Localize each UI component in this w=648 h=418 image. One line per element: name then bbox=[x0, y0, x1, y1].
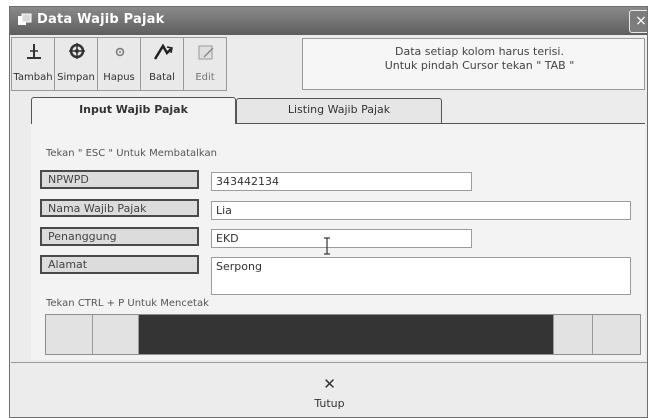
data-wajib-pajak-window: Data Wajib Pajak × Tambah Simpan Hapus B… bbox=[9, 6, 648, 418]
undo-icon bbox=[153, 43, 173, 60]
batal-button[interactable]: Batal bbox=[140, 37, 184, 91]
app-icon bbox=[18, 13, 32, 25]
progress-cell bbox=[93, 315, 139, 354]
edit-icon bbox=[198, 45, 214, 60]
window-close-button[interactable]: × bbox=[629, 10, 647, 33]
footer-bar: ✕ Tutup bbox=[11, 362, 647, 417]
nama-wajib-pajak-field[interactable]: Lia bbox=[211, 201, 631, 220]
hapus-button[interactable]: Hapus bbox=[97, 37, 141, 91]
tambah-label: Tambah bbox=[13, 72, 53, 83]
edit-label: Edit bbox=[195, 72, 215, 83]
progress-bar bbox=[45, 314, 641, 355]
notice-line-1: Data setiap kolom harus terisi. bbox=[395, 45, 564, 58]
progress-fill bbox=[139, 315, 553, 354]
close-x-icon: ✕ bbox=[323, 375, 336, 393]
toolbar: Tambah Simpan Hapus Batal Edit bbox=[11, 37, 301, 91]
hapus-label: Hapus bbox=[103, 72, 135, 83]
alamat-label: Alamat bbox=[40, 255, 199, 274]
alamat-field[interactable]: Serpong bbox=[211, 257, 631, 295]
plus-pin-icon bbox=[27, 44, 41, 59]
text-cursor-icon bbox=[324, 237, 330, 255]
simpan-label: Simpan bbox=[57, 72, 95, 83]
batal-label: Batal bbox=[149, 72, 175, 83]
penanggung-field[interactable]: EKD bbox=[211, 229, 472, 248]
tambah-button[interactable]: Tambah bbox=[11, 37, 55, 91]
title-bar[interactable]: Data Wajib Pajak × bbox=[10, 7, 647, 35]
print-hint: Tekan CTRL + P Untuk Mencetak bbox=[46, 298, 209, 309]
tutup-label: Tutup bbox=[314, 397, 345, 410]
progress-cell bbox=[593, 315, 640, 354]
simpan-button[interactable]: Simpan bbox=[54, 37, 98, 91]
edit-button[interactable]: Edit bbox=[183, 37, 227, 91]
npwpd-field[interactable]: 343442134 bbox=[211, 172, 472, 191]
tab-input-wajib-pajak[interactable]: Input Wajib Pajak bbox=[31, 97, 236, 124]
notice-line-2: Untuk pindah Cursor tekan " TAB " bbox=[384, 59, 575, 72]
progress-cell bbox=[553, 315, 593, 354]
esc-hint: Tekan " ESC " Untuk Membatalkan bbox=[46, 148, 217, 159]
npwpd-label: NPWPD bbox=[40, 170, 199, 189]
tab-listing-wajib-pajak[interactable]: Listing Wajib Pajak bbox=[236, 98, 442, 124]
delete-icon bbox=[115, 47, 125, 57]
nama-wajib-pajak-label: Nama Wajib Pajak bbox=[40, 199, 199, 217]
penanggung-label: Penanggung bbox=[40, 227, 199, 246]
progress-cell bbox=[46, 315, 93, 354]
notice-box: Data setiap kolom harus terisi. Untuk pi… bbox=[302, 38, 645, 90]
save-icon bbox=[69, 43, 85, 59]
window-title: Data Wajib Pajak bbox=[37, 12, 165, 27]
tutup-button[interactable]: ✕ Tutup bbox=[11, 363, 647, 417]
